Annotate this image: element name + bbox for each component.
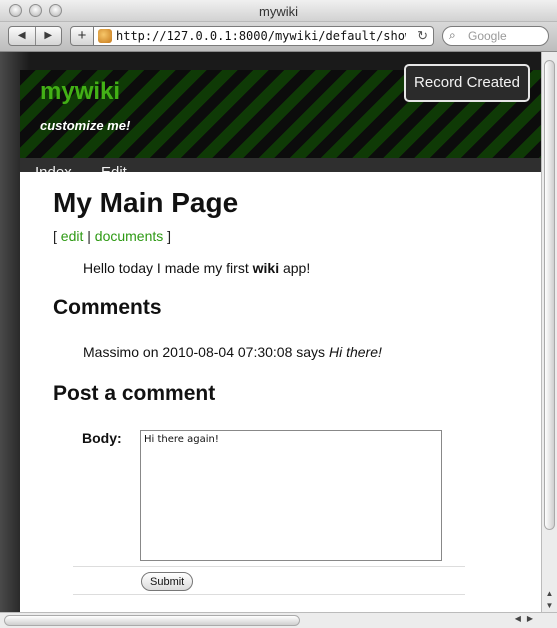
submit-button[interactable]: Submit <box>141 572 194 591</box>
flash-message[interactable]: Record Created <box>404 64 530 102</box>
site-brand[interactable]: mywiki <box>40 78 120 106</box>
form-row-divider <box>73 566 465 567</box>
page-body: Hello today I made my first wiki app! <box>83 260 310 276</box>
form-row-divider <box>73 594 465 595</box>
address-bar[interactable]: http://127.0.0.1:8000/mywiki/default/sho… <box>94 26 434 46</box>
horizontal-scroll-arrows[interactable]: ◀▶ <box>515 614 539 623</box>
add-bookmark-button[interactable]: + <box>70 26 94 46</box>
edit-link[interactable]: edit <box>61 228 84 244</box>
address-bar-url[interactable]: http://127.0.0.1:8000/mywiki/default/sho… <box>116 29 406 43</box>
body-label: Body: <box>82 430 122 446</box>
horizontal-scrollbar-thumb[interactable] <box>4 615 300 626</box>
page-viewport: mywiki customize me! Record Created Inde… <box>0 52 541 612</box>
post-comment-heading: Post a comment <box>53 382 216 405</box>
vertical-scrollbar-thumb[interactable] <box>544 60 555 530</box>
vertical-scroll-arrows[interactable]: ▲ ▼ <box>542 588 557 612</box>
actions-divider: | <box>87 228 91 244</box>
back-arrow-icon[interactable]: ◀ <box>9 27 36 45</box>
site-favicon-icon <box>98 29 112 43</box>
page-body-bold: wiki <box>252 260 280 276</box>
comment-body-textarea[interactable] <box>140 430 442 561</box>
comment-text: Hi there! <box>328 344 382 360</box>
page-actions: [ edit | documents ] <box>53 228 171 244</box>
search-icon: ⌕ <box>449 28 456 42</box>
browser-toolbar: ◀ ▶ + http://127.0.0.1:8000/mywiki/defau… <box>0 22 557 52</box>
reload-icon[interactable]: ↻ <box>417 28 428 44</box>
actions-close-bracket: ] <box>167 228 172 244</box>
comment-says: says <box>296 344 326 360</box>
comment-item: Massimo on 2010-08-04 07:30:08 says Hi t… <box>83 344 382 360</box>
comment-on: on <box>142 344 159 360</box>
page-content: My Main Page [ edit | documents ] Hello … <box>20 172 541 612</box>
page-title: My Main Page <box>53 187 239 218</box>
comments-heading: Comments <box>53 296 162 319</box>
search-input[interactable] <box>468 28 544 44</box>
horizontal-scrollbar[interactable]: ◀▶ <box>0 612 557 628</box>
actions-open-bracket: [ <box>53 228 57 244</box>
page-body-text: Hello today I made my first <box>83 260 253 276</box>
site-slogan: customize me! <box>40 118 131 133</box>
nav-buttons: ◀ ▶ <box>8 26 62 46</box>
window-titlebar: mywiki <box>0 0 557 22</box>
search-box[interactable]: ⌕ <box>442 26 549 46</box>
vertical-scrollbar[interactable]: ▲ ▼ <box>541 52 557 612</box>
forward-arrow-icon[interactable]: ▶ <box>36 27 62 45</box>
comment-date: 2010-08-04 07:30:08 <box>162 344 293 360</box>
window-title: mywiki <box>259 4 298 19</box>
page-body-text-end: app! <box>279 260 311 276</box>
documents-link[interactable]: documents <box>95 228 163 244</box>
comment-author: Massimo <box>83 344 140 360</box>
